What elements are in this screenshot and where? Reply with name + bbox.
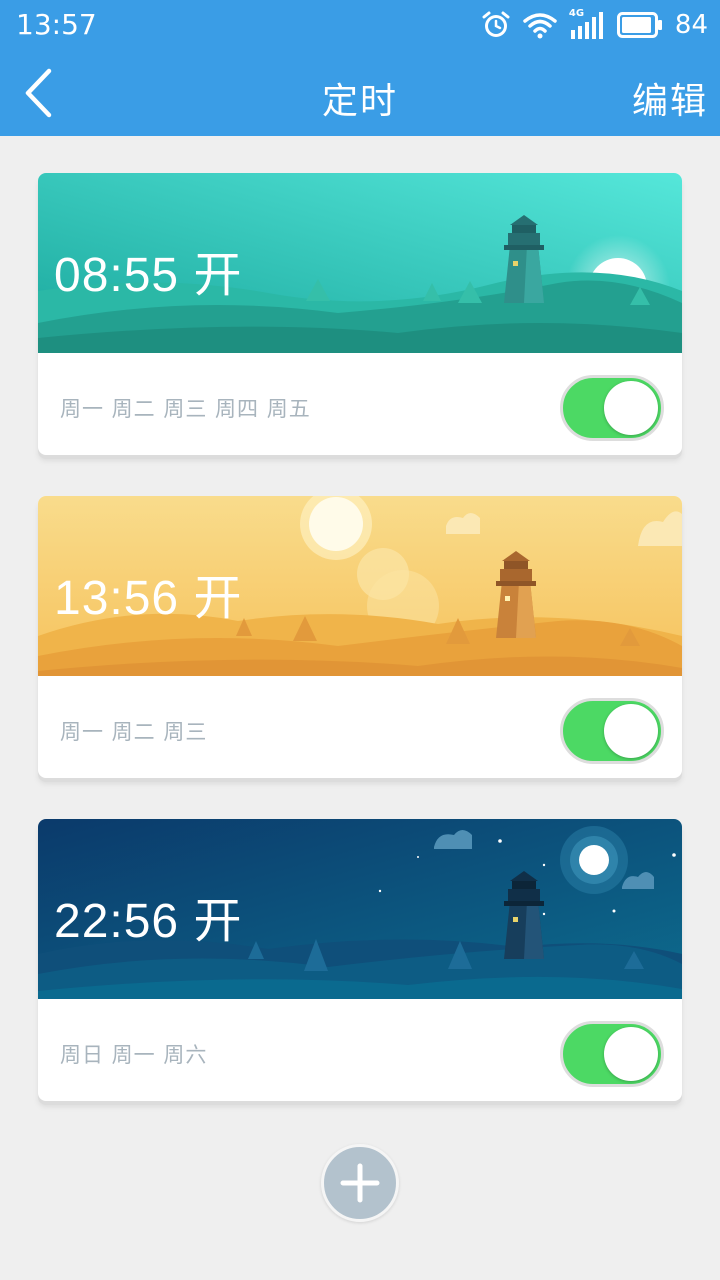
timer-banner-morning: 08:55 开 [38,173,682,353]
timer-footer: 周日 周一 周六 [38,999,682,1101]
timer-toggle[interactable] [560,698,664,764]
wifi-icon [523,13,557,39]
timer-time: 13:56 开 [54,572,243,625]
timer-card[interactable]: 22:56 开 周日 周一 周六 [38,819,682,1101]
timer-card[interactable]: 13:56 开 周一 周二 周三 [38,496,682,778]
toggle-knob [604,1027,658,1081]
add-timer-button[interactable] [321,1144,399,1222]
signal-icon: 4G [569,8,605,40]
battery-level: 84 [674,10,708,40]
timer-repeat-days: 周一 周二 周三 周四 周五 [60,397,311,421]
timer-footer: 周一 周二 周三 周四 周五 [38,353,682,455]
timer-banner-night: 22:56 开 [38,819,682,999]
timer-repeat-days: 周一 周二 周三 [60,720,208,744]
alarm-icon [482,11,510,37]
battery-icon [616,12,662,38]
plus-icon [340,1163,380,1203]
timer-time: 22:56 开 [54,895,243,948]
edit-button[interactable]: 编辑 [632,72,708,124]
app-bar: 定时 编辑 [0,50,720,136]
timer-time: 08:55 开 [54,249,243,302]
timer-card[interactable]: 08:55 开 周一 周二 周三 周四 周五 [38,173,682,455]
timer-toggle[interactable] [560,1021,664,1087]
timer-footer: 周一 周二 周三 [38,676,682,778]
status-icons: 4G 84 [481,6,708,44]
toggle-knob [604,381,658,435]
timer-banner-noon: 13:56 开 [38,496,682,676]
toggle-knob [604,704,658,758]
timer-toggle[interactable] [560,375,664,441]
timer-repeat-days: 周日 周一 周六 [60,1043,208,1067]
page-title: 定时 [321,81,398,122]
status-bar: 13:57 4G 84 [0,0,720,50]
status-time: 13:57 [16,8,97,41]
